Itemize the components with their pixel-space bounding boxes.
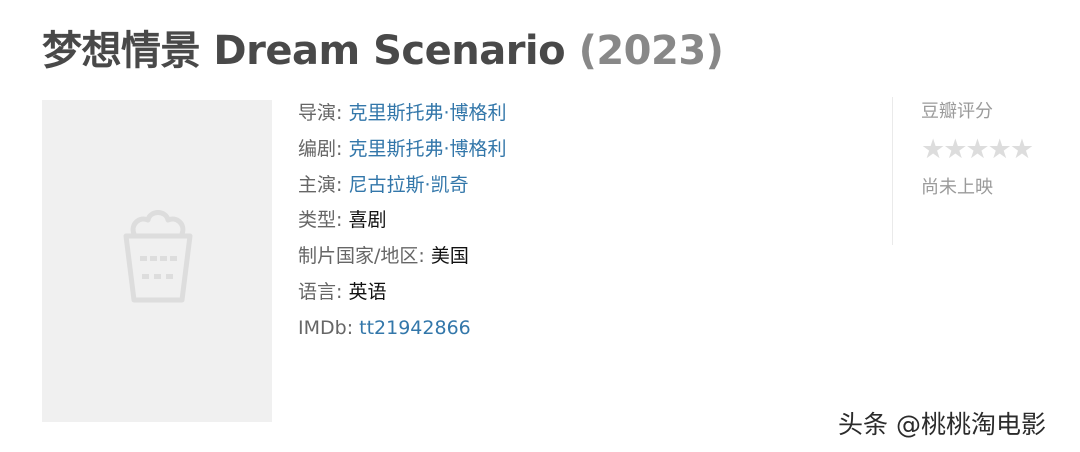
page-title: 梦想情景 Dream Scenario (2023) (42, 18, 724, 76)
language-label: 语言: (298, 280, 343, 303)
language-row: 语言: 英语 (298, 275, 507, 311)
imdb-link[interactable]: tt21942866 (359, 317, 471, 339)
rating-status: 尚未上映 (921, 177, 993, 198)
writer-link[interactable]: 克里斯托弗·博格利 (348, 138, 506, 160)
director-link[interactable]: 克里斯托弗·博格利 (348, 102, 506, 124)
director-label: 导演: (298, 102, 343, 124)
country-label: 制片国家/地区: (298, 245, 425, 268)
movie-year: (2023) (578, 28, 724, 74)
movie-info: 导演: 克里斯托弗·博格利 编剧: 克里斯托弗·博格利 主演: 尼古拉斯·凯奇 … (298, 96, 507, 347)
cast-label: 主演: (298, 173, 343, 196)
writer-label: 编剧: (298, 137, 343, 160)
country-row: 制片国家/地区: 美国 (298, 239, 507, 275)
rating-label: 豆瓣评分 (921, 101, 993, 122)
country-value: 美国 (430, 245, 469, 268)
imdb-label: IMDb: (298, 316, 354, 339)
genre-label: 类型: (298, 209, 343, 232)
imdb-row: IMDb: tt21942866 (298, 311, 507, 347)
poster-placeholder[interactable] (42, 100, 272, 422)
language-value: 英语 (348, 280, 387, 303)
popcorn-icon (123, 210, 193, 303)
movie-title: 梦想情景 Dream Scenario (42, 28, 566, 74)
cast-row: 主演: 尼古拉斯·凯奇 (298, 168, 507, 204)
director-row: 导演: 克里斯托弗·博格利 (298, 96, 507, 132)
star-rating-icon: ★★★★★ (921, 134, 1034, 165)
writer-row: 编剧: 克里斯托弗·博格利 (298, 132, 507, 168)
genre-row: 类型: 喜剧 (298, 203, 507, 239)
genre-value: 喜剧 (348, 209, 387, 232)
cast-link[interactable]: 尼古拉斯·凯奇 (348, 174, 468, 196)
movie-page: 梦想情景 Dream Scenario (2023) 导演: 克里斯托弗·博格利… (0, 0, 1080, 452)
watermark: 头条 @桃桃淘电影 (838, 410, 1046, 439)
rating-panel: 豆瓣评分 ★★★★★ 尚未上映 (892, 97, 1053, 245)
